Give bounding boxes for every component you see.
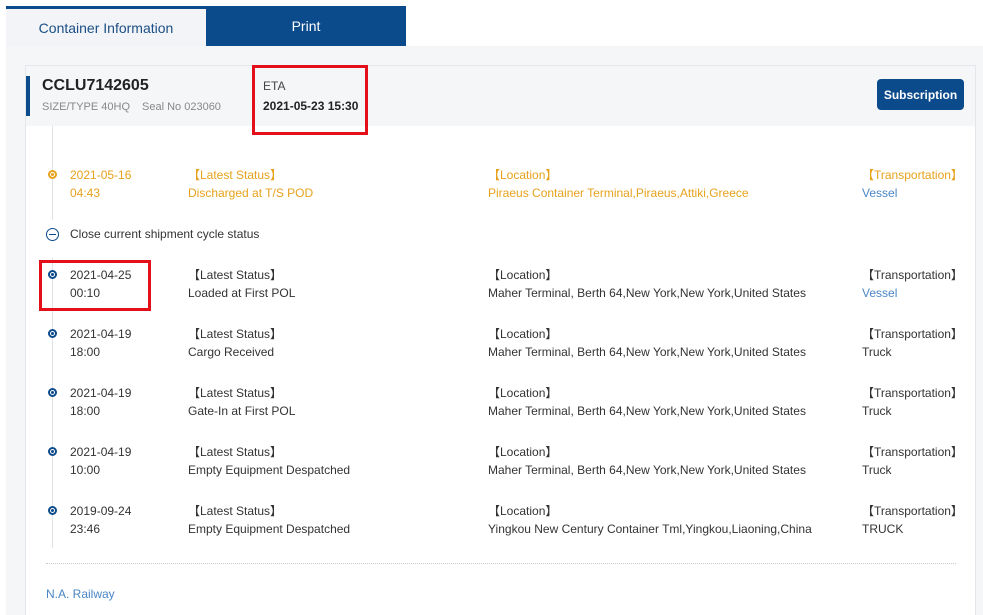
location-value: Maher Terminal, Berth 64,New York,New Yo… bbox=[488, 345, 806, 359]
event-time: 23:46 bbox=[70, 522, 101, 536]
status-label: 【Latest Status】 bbox=[188, 268, 283, 282]
transport-label: 【Transportation】 bbox=[862, 445, 963, 459]
transport-value: Truck bbox=[862, 463, 892, 477]
section-divider bbox=[46, 563, 956, 564]
header-accent-bar bbox=[26, 76, 30, 116]
status-value: Empty Equipment Despatched bbox=[188, 463, 351, 477]
close-cycle-toggle[interactable]: Close current shipment cycle status bbox=[46, 226, 259, 242]
event-datetime: 2021-04-19 18:00 bbox=[70, 325, 131, 361]
transport-value: Truck bbox=[862, 404, 892, 418]
event-status: 【Latest Status】 Gate-In at First POL bbox=[188, 384, 295, 420]
transport-label: 【Transportation】 bbox=[862, 386, 963, 400]
transport-link[interactable]: Vessel bbox=[862, 284, 963, 302]
event-location: 【Location】 Maher Terminal, Berth 64,New … bbox=[488, 443, 806, 479]
event-datetime: 2019-09-24 23:46 bbox=[70, 502, 131, 538]
status-value: Loaded at First POL bbox=[188, 286, 296, 300]
event-date: 2021-04-19 bbox=[70, 327, 132, 341]
status-label: 【Latest Status】 bbox=[188, 386, 283, 400]
transport-label: 【Transportation】 bbox=[862, 168, 963, 182]
event-location: 【Location】 Maher Terminal, Berth 64,New … bbox=[488, 325, 806, 361]
event-transport: 【Transportation】 Vessel bbox=[862, 166, 963, 202]
transport-label: 【Transportation】 bbox=[862, 327, 963, 341]
status-label: 【Latest Status】 bbox=[188, 445, 283, 459]
event-time: 18:00 bbox=[70, 345, 101, 359]
event-row: 2021-04-19 18:00 【Latest Status】 Gate-In… bbox=[0, 384, 983, 424]
transport-label: 【Transportation】 bbox=[862, 268, 963, 282]
container-header: CCLU7142605 SIZE/TYPE 40HQ Seal No 023060… bbox=[26, 66, 975, 126]
location-value: Yingkou New Century Container Tml,Yingko… bbox=[488, 522, 812, 536]
tab-bar: Container Information Print bbox=[6, 6, 406, 46]
location-value: Piraeus Container Terminal,Piraeus,Attik… bbox=[488, 186, 749, 200]
event-time: 10:00 bbox=[70, 463, 101, 477]
status-label: 【Latest Status】 bbox=[188, 504, 283, 518]
latest-event-row: 2021-05-16 04:43 【Latest Status】 Dischar… bbox=[0, 166, 983, 206]
event-transport: 【Transportation】 Truck bbox=[862, 384, 963, 420]
seal-number: Seal No 023060 bbox=[142, 101, 221, 113]
event-transport: 【Transportation】 TRUCK bbox=[862, 502, 963, 538]
status-label: 【Latest Status】 bbox=[188, 168, 283, 182]
event-transport: 【Transportation】 Truck bbox=[862, 325, 963, 361]
railway-link[interactable]: N.A. Railway bbox=[46, 587, 115, 601]
container-meta: SIZE/TYPE 40HQ Seal No 023060 bbox=[42, 101, 221, 113]
event-row: 2021-04-19 18:00 【Latest Status】 Cargo R… bbox=[0, 325, 983, 365]
event-time: 18:00 bbox=[70, 404, 101, 418]
location-label: 【Location】 bbox=[488, 327, 558, 341]
event-status: 【Latest Status】 Cargo Received bbox=[188, 325, 282, 361]
tab-print[interactable]: Print bbox=[206, 6, 406, 46]
location-label: 【Location】 bbox=[488, 445, 558, 459]
event-status: 【Latest Status】 Discharged at T/S POD bbox=[188, 166, 313, 202]
event-location: 【Location】 Maher Terminal, Berth 64,New … bbox=[488, 266, 806, 302]
event-datetime: 2021-05-16 04:43 bbox=[70, 166, 131, 202]
container-number: CCLU7142605 bbox=[42, 77, 149, 94]
location-label: 【Location】 bbox=[488, 168, 558, 182]
transport-value: TRUCK bbox=[862, 522, 904, 536]
event-transport: 【Transportation】 Vessel bbox=[862, 266, 963, 302]
subscription-button[interactable]: Subscription bbox=[877, 79, 964, 110]
status-label: 【Latest Status】 bbox=[188, 327, 283, 341]
event-date: 2021-05-16 bbox=[70, 168, 132, 182]
transport-link[interactable]: Vessel bbox=[862, 184, 963, 202]
event-status: 【Latest Status】 Loaded at First POL bbox=[188, 266, 295, 302]
status-value: Cargo Received bbox=[188, 345, 275, 359]
event-date: 2021-04-19 bbox=[70, 386, 132, 400]
event-date: 2019-09-24 bbox=[70, 504, 132, 518]
tab-container-information[interactable]: Container Information bbox=[6, 6, 206, 46]
event-row: 2019-09-24 23:46 【Latest Status】 Empty E… bbox=[0, 502, 983, 542]
event-location: 【Location】 Maher Terminal, Berth 64,New … bbox=[488, 384, 806, 420]
event-location: 【Location】 Yingkou New Century Container… bbox=[488, 502, 812, 538]
minus-circle-icon bbox=[46, 227, 59, 241]
transport-value: Truck bbox=[862, 345, 892, 359]
status-value: Discharged at T/S POD bbox=[188, 186, 314, 200]
event-datetime: 2021-04-19 18:00 bbox=[70, 384, 131, 420]
location-value: Maher Terminal, Berth 64,New York,New Yo… bbox=[488, 286, 806, 300]
event-location: 【Location】 Piraeus Container Terminal,Pi… bbox=[488, 166, 749, 202]
event-transport: 【Transportation】 Truck bbox=[862, 443, 963, 479]
event-row: 2021-04-19 10:00 【Latest Status】 Empty E… bbox=[0, 443, 983, 483]
close-cycle-label: Close current shipment cycle status bbox=[70, 227, 260, 241]
status-value: Gate-In at First POL bbox=[188, 404, 296, 418]
size-type: SIZE/TYPE 40HQ bbox=[42, 101, 131, 113]
location-label: 【Location】 bbox=[488, 504, 558, 518]
status-value: Empty Equipment Despatched bbox=[188, 522, 351, 536]
event-date-highlight-box bbox=[39, 260, 151, 311]
location-value: Maher Terminal, Berth 64,New York,New Yo… bbox=[488, 404, 806, 418]
event-status: 【Latest Status】 Empty Equipment Despatch… bbox=[188, 502, 350, 538]
event-status: 【Latest Status】 Empty Equipment Despatch… bbox=[188, 443, 350, 479]
location-label: 【Location】 bbox=[488, 386, 558, 400]
location-label: 【Location】 bbox=[488, 268, 558, 282]
event-datetime: 2021-04-19 10:00 bbox=[70, 443, 131, 479]
event-date: 2021-04-19 bbox=[70, 445, 132, 459]
event-time: 04:43 bbox=[70, 186, 101, 200]
location-value: Maher Terminal, Berth 64,New York,New Yo… bbox=[488, 463, 806, 477]
transport-label: 【Transportation】 bbox=[862, 504, 963, 518]
eta-highlight-box bbox=[252, 65, 368, 135]
